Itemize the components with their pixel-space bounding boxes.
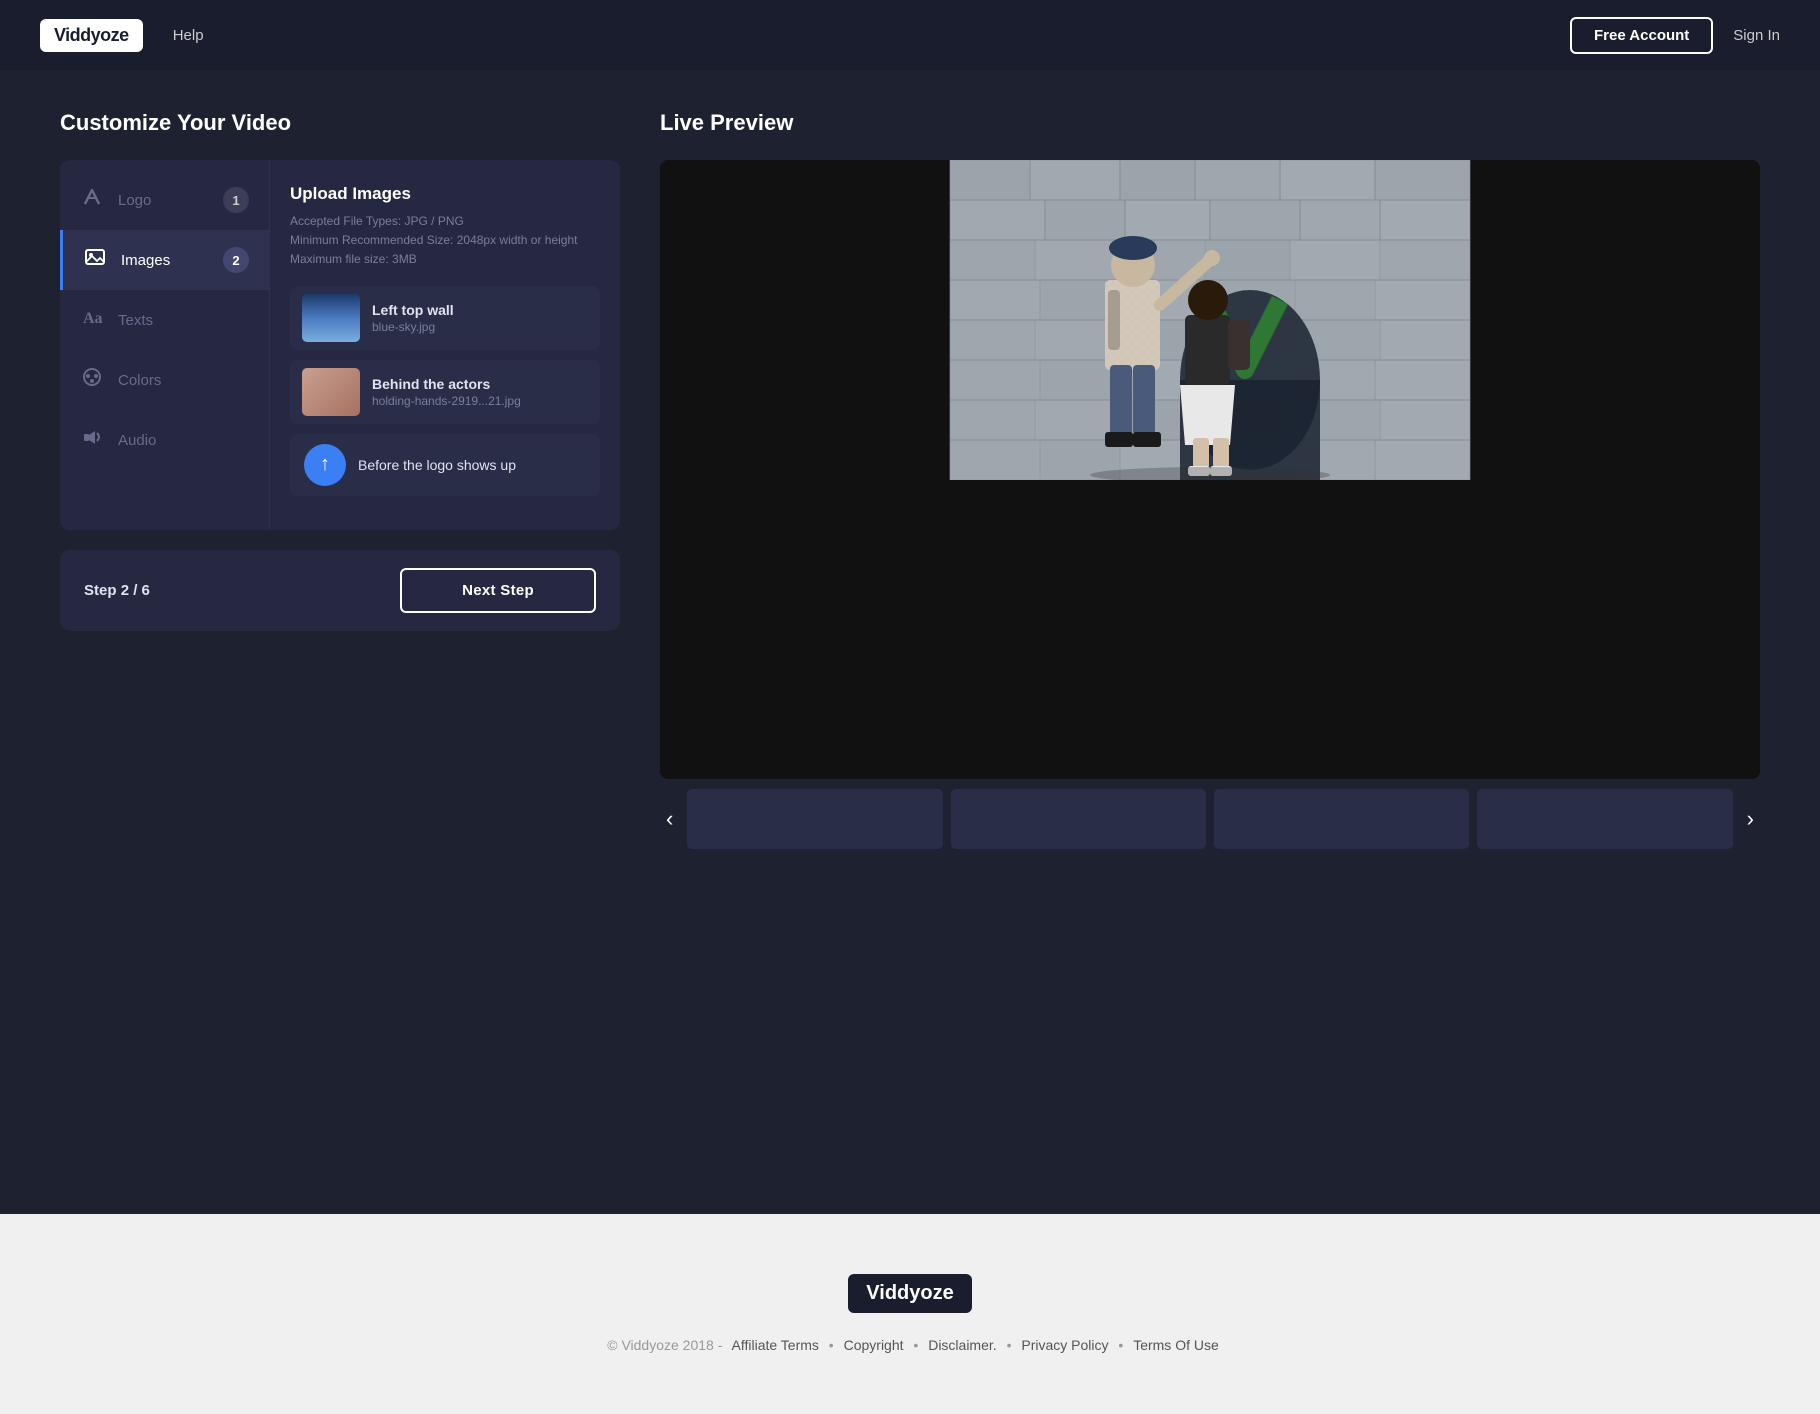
upload-hint-3: Maximum file size: 3MB <box>290 250 600 269</box>
upload-circle-button[interactable]: ↑ <box>304 444 346 486</box>
step-number: 2 <box>121 582 129 599</box>
texts-icon: Aa <box>80 306 104 334</box>
upload-slot-label: Before the logo shows up <box>358 457 516 473</box>
image-thumb-1 <box>302 368 360 416</box>
upload-arrow-icon: ↑ <box>320 453 330 476</box>
footer-privacy[interactable]: Privacy Policy <box>1021 1337 1108 1353</box>
step-prefix: Step <box>84 582 117 599</box>
svg-text:Aa: Aa <box>83 310 103 327</box>
signin-button[interactable]: Sign In <box>1733 27 1780 44</box>
footer-dot-1: • <box>913 1337 922 1353</box>
sidebar-item-images[interactable]: Images 2 <box>60 230 269 290</box>
free-account-button[interactable]: Free Account <box>1570 17 1713 54</box>
image-item-0[interactable]: Left top wall blue-sky.jpg <box>290 286 600 350</box>
footer-affiliate[interactable]: Affiliate Terms <box>732 1337 819 1353</box>
thumb-item-0[interactable] <box>687 789 942 849</box>
footer-terms[interactable]: Terms Of Use <box>1133 1337 1219 1353</box>
sidebar-item-audio[interactable]: Audio <box>60 410 269 470</box>
sidebar-item-colors[interactable]: Colors <box>60 350 269 410</box>
sidebar-logo-label: Logo <box>118 192 151 209</box>
colors-icon <box>80 366 104 394</box>
footer-dot-2: • <box>1007 1337 1016 1353</box>
help-link[interactable]: Help <box>173 27 204 44</box>
upload-panel: Upload Images Accepted File Types: JPG /… <box>270 160 620 530</box>
preview-video <box>660 160 1760 779</box>
thumb-item-3[interactable] <box>1477 789 1732 849</box>
upload-hints: Accepted File Types: JPG / PNG Minimum R… <box>290 212 600 270</box>
image-item-1[interactable]: Behind the actors holding-hands-2919...2… <box>290 360 600 424</box>
image-thumb-0 <box>302 294 360 342</box>
upload-slot[interactable]: ↑ Before the logo shows up <box>290 434 600 496</box>
footer-dot-0: • <box>829 1337 838 1353</box>
sidebar-audio-label: Audio <box>118 432 156 449</box>
next-step-button[interactable]: Next Step <box>400 568 596 613</box>
step-separator: / <box>133 582 137 599</box>
preview-title: Live Preview <box>660 110 1760 136</box>
next-thumb-button[interactable]: › <box>1741 806 1760 832</box>
sidebar-colors-label: Colors <box>118 372 161 389</box>
prev-thumb-button[interactable]: ‹ <box>660 806 679 832</box>
logo: Viddyoze <box>40 19 143 52</box>
logo-icon <box>80 186 104 214</box>
footer-links: © Viddyoze 2018 - Affiliate Terms • Copy… <box>20 1333 1800 1358</box>
image-info-1: Behind the actors holding-hands-2919...2… <box>372 376 588 408</box>
image-info-0: Left top wall blue-sky.jpg <box>372 302 588 334</box>
footer-logo: Viddyoze <box>848 1274 971 1313</box>
footer-copyright-link[interactable]: Copyright <box>844 1337 904 1353</box>
header: Viddyoze Help Free Account Sign In <box>0 0 1820 70</box>
sidebar-logo-badge: 1 <box>223 187 249 213</box>
footer-dot-3: • <box>1118 1337 1127 1353</box>
header-right: Free Account Sign In <box>1570 17 1780 54</box>
sidebar-texts-label: Texts <box>118 312 153 329</box>
audio-icon <box>80 426 104 454</box>
sidebar-item-texts[interactable]: Aa Texts <box>60 290 269 350</box>
sidebar: Logo 1 Images 2 <box>60 160 270 530</box>
sidebar-images-label: Images <box>121 252 170 269</box>
image-name-1: Behind the actors <box>372 376 588 392</box>
header-left: Viddyoze Help <box>40 19 204 52</box>
content-layout: Customize Your Video Logo 1 <box>60 110 1760 849</box>
images-icon <box>83 246 107 274</box>
thumb-strip-inner <box>687 789 1732 849</box>
left-panel: Customize Your Video Logo 1 <box>60 110 620 631</box>
sidebar-images-badge: 2 <box>223 247 249 273</box>
image-name-0: Left top wall <box>372 302 588 318</box>
customize-title: Customize Your Video <box>60 110 620 136</box>
thumb-item-2[interactable] <box>1214 789 1469 849</box>
image-filename-0: blue-sky.jpg <box>372 320 588 334</box>
right-panel: Live Preview <box>660 110 1760 849</box>
footer-copyright: © Viddyoze 2018 - <box>607 1337 722 1353</box>
upload-hint-1: Accepted File Types: JPG / PNG <box>290 212 600 231</box>
footer: Viddyoze © Viddyoze 2018 - Affiliate Ter… <box>0 1214 1820 1398</box>
sidebar-item-logo[interactable]: Logo 1 <box>60 170 269 230</box>
step-info: Step 2 / 6 <box>84 582 150 599</box>
footer-disclaimer[interactable]: Disclaimer. <box>928 1337 996 1353</box>
thumbnail-strip: ‹ › <box>660 789 1760 849</box>
upload-hint-2: Minimum Recommended Size: 2048px width o… <box>290 231 600 250</box>
sidebar-panel: Logo 1 Images 2 <box>60 160 620 530</box>
thumb-item-1[interactable] <box>951 789 1206 849</box>
step-total: 6 <box>142 582 150 599</box>
preview-svg <box>660 160 1760 480</box>
image-filename-1: holding-hands-2919...21.jpg <box>372 394 588 408</box>
upload-title: Upload Images <box>290 184 600 204</box>
step-bar: Step 2 / 6 Next Step <box>60 550 620 631</box>
main-content: Customize Your Video Logo 1 <box>0 70 1820 1214</box>
